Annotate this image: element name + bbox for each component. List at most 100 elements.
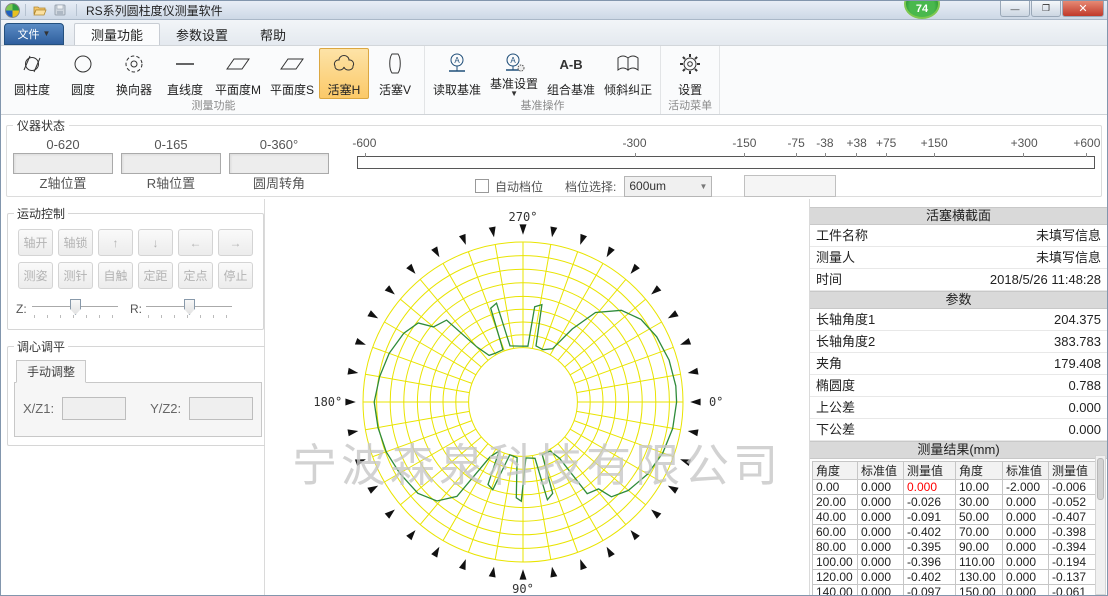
close-button[interactable]: ✕: [1062, 1, 1104, 17]
jog-up-button[interactable]: ↑: [98, 229, 133, 256]
ribbon-group-label: 活动菜单: [665, 99, 715, 114]
r-speed-slider[interactable]: [146, 299, 232, 319]
r-slider-thumb[interactable]: [184, 299, 195, 315]
info-row: 测量人 未填写信息: [810, 247, 1107, 269]
straightness-button[interactable]: 直线度: [160, 48, 210, 99]
r-axis-position: 0-165 R轴位置: [121, 136, 221, 197]
result-row[interactable]: 140.000.000-0.097150.000.000-0.061: [813, 585, 1097, 596]
results-scrollbar[interactable]: [1095, 455, 1106, 595]
param-label: 下公差: [816, 419, 855, 440]
window-title: RS系列圆柱度仪测量软件: [86, 2, 223, 19]
gauge-tick-label: -150: [732, 136, 756, 150]
polar-tick-marker: [520, 569, 527, 579]
tab-help[interactable]: 帮助: [244, 24, 302, 45]
flatness-m-button[interactable]: 平面度M: [211, 48, 265, 99]
commutator-button[interactable]: 换向器: [109, 48, 159, 99]
gear-aux-input[interactable]: [744, 175, 836, 197]
measure-pose-button[interactable]: 测姿: [18, 262, 53, 289]
svg-text:A: A: [510, 56, 516, 65]
auto-touch-button[interactable]: 自触: [98, 262, 133, 289]
result-cell: -0.006: [1049, 480, 1097, 495]
tab-measure-functions[interactable]: 测量功能: [74, 23, 160, 45]
result-cell: 0.000: [1003, 510, 1049, 525]
polar-tick-marker: [385, 285, 395, 294]
result-cell: 40.00: [813, 510, 858, 525]
gauge-tick-label: +150: [921, 136, 948, 150]
result-row[interactable]: 60.000.000-0.40270.000.000-0.398: [813, 525, 1097, 540]
param-label: 夹角: [816, 353, 842, 374]
result-cell: 50.00: [956, 510, 1003, 525]
open-folder-icon[interactable]: [31, 3, 49, 18]
z-slider-thumb[interactable]: [70, 299, 81, 315]
results-header-cell: 标准值: [858, 462, 904, 480]
xz1-input[interactable]: [62, 397, 126, 420]
param-value: 204.375: [1054, 309, 1101, 330]
result-row[interactable]: 20.000.000-0.02630.000.000-0.052: [813, 495, 1097, 510]
maximize-button[interactable]: ❐: [1031, 1, 1061, 17]
flatness-s-button[interactable]: 平面度S: [266, 48, 318, 99]
result-cell: 0.000: [858, 525, 904, 540]
polar-tick-marker: [355, 338, 366, 345]
param-row: 长轴角度2 383.783: [810, 331, 1107, 353]
divider: [76, 4, 77, 16]
result-cell: 0.000: [1003, 540, 1049, 555]
polar-tick-marker: [680, 459, 691, 466]
settings-button[interactable]: 设置: [665, 48, 715, 99]
gauge-tick-mark: [856, 153, 857, 157]
result-row[interactable]: 80.000.000-0.39590.000.000-0.394: [813, 540, 1097, 555]
yz2-input[interactable]: [189, 397, 253, 420]
result-cell: 0.000: [858, 585, 904, 596]
result-cell: 0.000: [858, 480, 904, 495]
file-menu-button[interactable]: 文件 ▼: [4, 23, 64, 45]
gear-select[interactable]: 600um ▼: [624, 176, 712, 197]
axis-open-button[interactable]: 轴开: [18, 229, 53, 256]
result-cell: -0.395: [904, 540, 956, 555]
result-cell: 140.00: [813, 585, 858, 596]
polar-tick-marker: [688, 368, 699, 375]
combined-datum-button[interactable]: A-B 组合基准: [543, 48, 599, 99]
result-cell: -0.097: [904, 585, 956, 596]
polar-tick-marker: [668, 310, 679, 318]
fixed-distance-button[interactable]: 定距: [138, 262, 173, 289]
stop-button[interactable]: 停止: [218, 262, 253, 289]
tilt-correction-button[interactable]: 倾斜纠正: [600, 48, 656, 99]
save-icon[interactable]: [51, 3, 69, 18]
jog-right-button[interactable]: →: [218, 229, 253, 256]
piston-h-button[interactable]: 活塞H: [319, 48, 369, 99]
result-cell: 30.00: [956, 495, 1003, 510]
z-speed-slider[interactable]: [32, 299, 118, 319]
gauge-tick-label: +38: [846, 136, 866, 150]
polar-tick-marker: [367, 486, 378, 494]
result-row[interactable]: 0.000.0000.00010.00-2.000-0.006: [813, 480, 1097, 495]
app-logo-icon[interactable]: [5, 3, 20, 18]
fixed-point-button[interactable]: 定点: [178, 262, 213, 289]
result-cell: 0.000: [858, 570, 904, 585]
result-row[interactable]: 100.000.000-0.396110.000.000-0.194: [813, 555, 1097, 570]
params-title: 参数: [810, 291, 1107, 309]
roundness-button[interactable]: 圆度: [58, 48, 108, 99]
results-scrollbar-thumb[interactable]: [1097, 458, 1104, 500]
info-value: 未填写信息: [1036, 225, 1101, 246]
tab-manual-adjust[interactable]: 手动调整: [16, 360, 86, 383]
result-cell: -0.061: [1049, 585, 1097, 596]
read-datum-icon: A: [444, 51, 470, 77]
result-row[interactable]: 120.000.000-0.402130.000.000-0.137: [813, 570, 1097, 585]
axis-lock-button[interactable]: 轴锁: [58, 229, 93, 256]
datum-setting-button[interactable]: A 基准设置 ▼: [486, 48, 542, 99]
jog-left-button[interactable]: ←: [178, 229, 213, 256]
read-datum-button[interactable]: A 读取基准: [429, 48, 485, 99]
jog-down-button[interactable]: ↓: [138, 229, 173, 256]
minimize-button[interactable]: —: [1000, 1, 1030, 17]
probe-button[interactable]: 测针: [58, 262, 93, 289]
gauge-tick-mark: [796, 153, 797, 157]
result-row[interactable]: 40.000.000-0.09150.000.000-0.407: [813, 510, 1097, 525]
count-badge: 74: [904, 0, 940, 19]
gauge-tick-mark: [825, 153, 826, 157]
piston-v-button[interactable]: 活塞V: [370, 48, 420, 99]
param-row: 上公差 0.000: [810, 397, 1107, 419]
result-cell: 0.00: [813, 480, 858, 495]
auto-gear-checkbox[interactable]: [475, 179, 489, 193]
cylindricity-button[interactable]: 圆柱度: [7, 48, 57, 99]
tab-parameter-settings[interactable]: 参数设置: [160, 24, 244, 45]
polar-tick-marker: [459, 234, 466, 245]
